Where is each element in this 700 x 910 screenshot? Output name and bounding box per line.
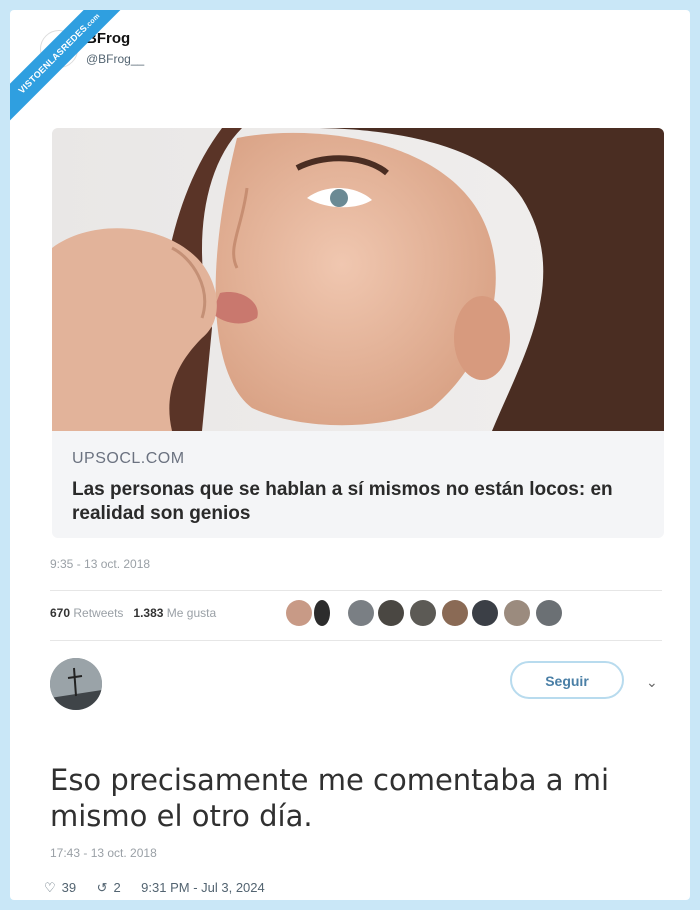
retweet-icon[interactable]: ↺ (97, 880, 108, 895)
liker-avatar[interactable] (378, 600, 404, 626)
watermark-domain: .com (84, 12, 102, 30)
liker-avatar[interactable] (504, 600, 530, 626)
chevron-down-icon[interactable]: ⌄ (646, 674, 658, 691)
retweets-count[interactable]: 2 (113, 880, 120, 895)
post-footer: ♡ 39 ↺ 2 9:31 PM - Jul 3, 2024 (44, 880, 271, 896)
engagement-stats: 670 Retweets 1.383 Me gusta (50, 606, 216, 620)
retweets-count[interactable]: 670 (50, 606, 70, 620)
divider (50, 640, 662, 641)
link-headline[interactable]: Las personas que se hablan a sí mismos n… (72, 478, 632, 526)
avatar[interactable] (50, 658, 102, 710)
link-preview-card[interactable]: UPSOCL.COM Las personas que se hablan a … (52, 128, 664, 538)
liker-avatar[interactable] (472, 600, 498, 626)
tweet-timestamp[interactable]: 9:35 - 13 oct. 2018 (50, 557, 150, 571)
liker-avatar[interactable] (348, 600, 374, 626)
liker-avatar[interactable] (442, 600, 468, 626)
link-domain: UPSOCL.COM (72, 450, 185, 467)
article-photo (52, 128, 664, 431)
liker-avatar[interactable] (314, 600, 330, 626)
liker-avatar[interactable] (410, 600, 436, 626)
follow-button[interactable]: Seguir (510, 661, 624, 699)
tweet-card: VISTOENLASREDES.com BFrog @BFrog__ UPSOC… (10, 10, 690, 900)
likes-count[interactable]: 1.383 (133, 606, 163, 620)
heart-icon[interactable]: ♡ (44, 880, 56, 895)
tweet-timestamp[interactable]: 17:43 - 13 oct. 2018 (50, 846, 157, 860)
retweets-label: Retweets (73, 606, 124, 620)
divider (50, 590, 662, 591)
liker-avatar[interactable] (536, 600, 562, 626)
author-handle[interactable]: @BFrog__ (86, 52, 144, 66)
post-timestamp[interactable]: 9:31 PM - Jul 3, 2024 (141, 880, 265, 895)
liker-avatar[interactable] (286, 600, 312, 626)
watermark-ribbon: VISTOENLASREDES.com (10, 10, 136, 130)
likes-label: Me gusta (166, 606, 217, 620)
likes-count[interactable]: 39 (62, 880, 76, 895)
tweet-text: Eso precisamente me comentaba a mi mismo… (50, 763, 610, 833)
